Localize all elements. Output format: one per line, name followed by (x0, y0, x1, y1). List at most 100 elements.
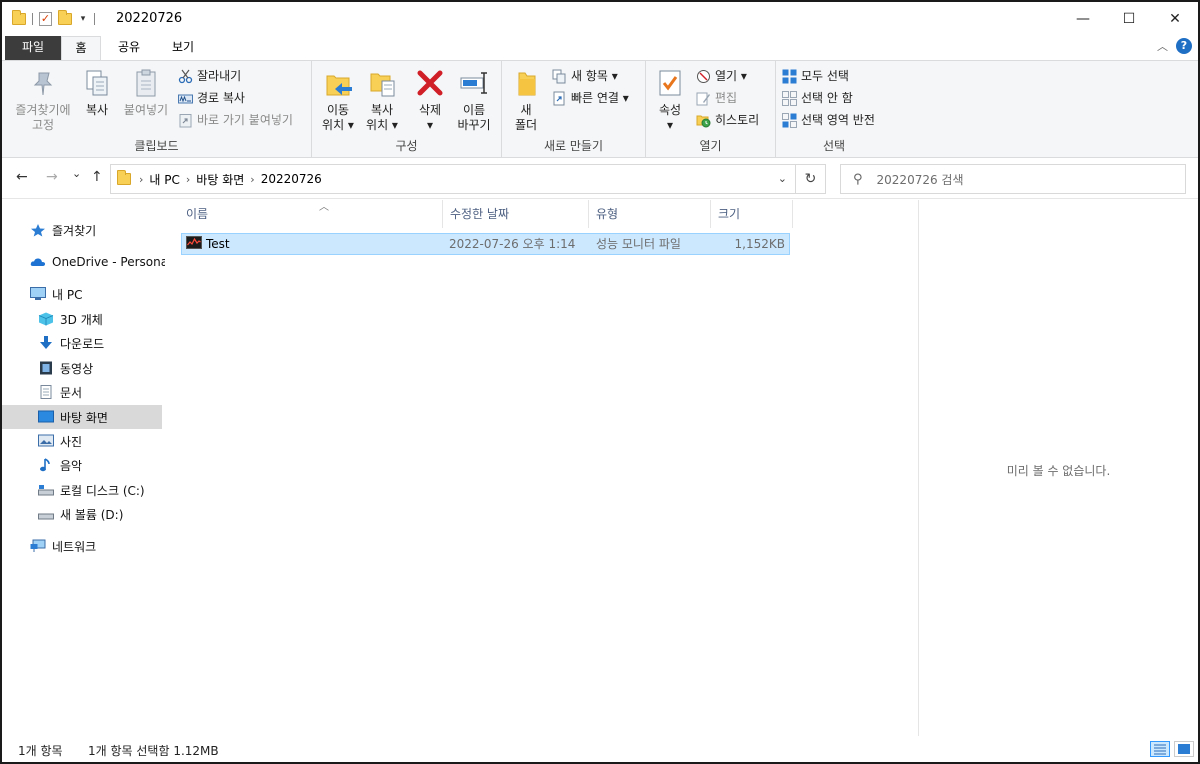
breadcrumb-desktop[interactable]: 바탕 화면 (196, 171, 244, 188)
column-header-name-label: 이름 (186, 207, 209, 221)
sidebar-item-this-pc[interactable]: 내 PC (2, 282, 162, 306)
sidebar-item-pictures[interactable]: 사진 (2, 429, 162, 453)
history-button[interactable]: 히스토리 (696, 110, 759, 130)
file-explorer-window: ✓ ▾ 20220726 — ☐ ✕ 파일 홈 공유 보기 ︿ ? 즐겨찾기에 … (0, 0, 1200, 764)
sidebar-item-label: 다운로드 (60, 336, 105, 351)
column-header-size[interactable]: 크기 (711, 200, 793, 228)
star-icon (30, 223, 46, 237)
sidebar-item-videos[interactable]: 동영상 (2, 356, 162, 380)
sidebar-item-quick-access[interactable]: 즐겨찾기 (2, 218, 162, 242)
navigation-bar: ← → ⌄ ↑ › 내 PC › 바탕 화면 › 20220726 ⌄ ↻ ⚲ … (2, 159, 1198, 199)
sidebar-item-desktop[interactable]: 바탕 화면 (2, 405, 162, 429)
breadcrumb-this-pc[interactable]: 내 PC (149, 171, 179, 188)
table-row[interactable]: Test 2022-07-26 오후 1:14 성능 모니터 파일 1,152K… (181, 233, 790, 255)
drive-icon (38, 483, 54, 497)
copy-to-button[interactable]: 복사 위치 ▾ (362, 67, 402, 133)
invert-selection-button[interactable]: 선택 영역 반전 (782, 110, 875, 130)
network-icon (30, 539, 46, 553)
tab-view[interactable]: 보기 (160, 36, 206, 60)
open-button[interactable]: 열기 ▾ (696, 66, 747, 86)
up-arrow-icon[interactable]: ↑ (91, 169, 103, 185)
copy-to-icon (366, 67, 398, 99)
column-header-type[interactable]: 유형 (589, 200, 711, 228)
large-icons-view-button[interactable] (1174, 741, 1194, 757)
new-item-button[interactable]: 새 항목 ▾ (552, 66, 618, 86)
sidebar-item-music[interactable]: 음악 (2, 453, 162, 477)
customize-qat-icon[interactable]: ▾ (78, 14, 88, 24)
sidebar-item-network[interactable]: 네트워크 (2, 534, 162, 558)
details-view-button[interactable] (1150, 741, 1170, 757)
new-folder-label-2: 폴더 (514, 118, 538, 132)
address-dropdown-chevron-icon[interactable]: ⌄ (778, 172, 787, 185)
sidebar-item-local-disk-c[interactable]: 로컬 디스크 (C:) (2, 478, 162, 502)
status-bar: 1개 항목 1개 항목 선택함 1.12MB (2, 736, 1198, 762)
select-group: 모두 선택 선택 안 함 선택 영역 반전 선택 (776, 61, 892, 157)
cube-icon (38, 312, 54, 326)
properties-button[interactable]: 속성 ▾ (652, 67, 688, 133)
pin-to-quick-access-button[interactable]: 즐겨찾기에 고정 (10, 67, 76, 133)
select-all-button[interactable]: 모두 선택 (782, 66, 849, 86)
select-none-label: 선택 안 함 (801, 91, 853, 105)
address-bar[interactable]: › 내 PC › 바탕 화면 › 20220726 ⌄ (110, 164, 796, 194)
paste-icon (130, 67, 162, 99)
chevron-right-icon[interactable]: › (186, 173, 190, 186)
select-none-button[interactable]: 선택 안 함 (782, 88, 853, 108)
sidebar-item-onedrive[interactable]: OneDrive - Personal (2, 250, 171, 274)
file-name: Test (206, 237, 230, 251)
chevron-right-icon[interactable]: › (250, 173, 254, 186)
edit-button[interactable]: 편집 (696, 88, 737, 108)
column-header-name[interactable]: 이름 ︿ (179, 200, 443, 228)
computer-icon (30, 287, 46, 301)
delete-button[interactable]: 삭제 ▾ (412, 67, 448, 133)
sidebar-item-volume-d[interactable]: 새 볼륨 (D:) (2, 502, 162, 526)
easy-access-button[interactable]: 빠른 연결 ▾ (552, 88, 629, 108)
back-arrow-icon[interactable]: ← (16, 169, 28, 185)
maximize-button[interactable]: ☐ (1106, 2, 1152, 36)
document-icon (38, 385, 54, 399)
pin-icon (27, 67, 59, 99)
collapse-ribbon-icon[interactable]: ︿ (1157, 38, 1168, 54)
sidebar-item-label: 네트워크 (52, 539, 97, 554)
cut-button[interactable]: 잘라내기 (178, 66, 241, 86)
sidebar-item-label: 바탕 화면 (60, 410, 108, 425)
refresh-button[interactable]: ↻ (796, 164, 826, 194)
move-to-button[interactable]: 이동 위치 ▾ (318, 67, 358, 133)
search-input[interactable]: ⚲ 20220726 검색 (840, 164, 1186, 194)
new-folder-button[interactable]: 새 폴더 (508, 67, 544, 133)
recent-locations-chevron-icon[interactable]: ⌄ (72, 167, 81, 180)
copy-button[interactable]: 복사 (80, 67, 114, 118)
sidebar-item-3d-objects[interactable]: 3D 개체 (2, 307, 162, 331)
forward-arrow-icon[interactable]: → (46, 169, 58, 185)
tab-home[interactable]: 홈 (61, 36, 101, 61)
status-item-count: 1개 항목 (18, 744, 63, 758)
minimize-button[interactable]: — (1060, 2, 1106, 36)
properties-check-icon[interactable]: ✓ (39, 12, 52, 26)
quick-access-toolbar: ✓ ▾ (12, 10, 101, 28)
status-selection: 1개 항목 선택함 1.12MB (88, 744, 219, 758)
new-folder-icon[interactable] (58, 10, 72, 25)
sidebar-item-label: OneDrive - Personal (52, 255, 172, 269)
paste-shortcut-button[interactable]: 바로 가기 붙여넣기 (178, 110, 293, 130)
move-to-label-1: 이동 (326, 103, 350, 117)
folder-icon (12, 10, 26, 25)
rename-button[interactable]: 이름 바꾸기 (452, 67, 496, 133)
help-icon[interactable]: ? (1176, 38, 1192, 54)
copy-to-label-2: 위치 ▾ (366, 118, 398, 132)
sidebar-item-documents[interactable]: 문서 (2, 380, 162, 404)
preview-message: 미리 볼 수 없습니다. (1006, 464, 1111, 478)
chevron-right-icon[interactable]: › (139, 173, 143, 186)
paste-button[interactable]: 붙여넣기 (120, 67, 172, 118)
copy-path-button[interactable]: 경로 복사 (178, 88, 245, 108)
breadcrumb-current-folder[interactable]: 20220726 (261, 172, 322, 186)
history-label: 히스토리 (715, 113, 760, 127)
navigation-pane: 즐겨찾기 OneDrive - Personal 내 PC 3D 개체 다운로드… (2, 200, 171, 736)
sidebar-item-label: 동영상 (60, 361, 94, 376)
move-to-label-2: 위치 ▾ (322, 118, 354, 132)
drive-icon (38, 507, 54, 521)
close-button[interactable]: ✕ (1152, 2, 1198, 36)
sidebar-item-downloads[interactable]: 다운로드 (2, 331, 162, 355)
open-icon (696, 69, 711, 84)
column-header-modified[interactable]: 수정한 날짜 (443, 200, 589, 228)
tab-file[interactable]: 파일 (5, 36, 61, 60)
tab-share[interactable]: 공유 (106, 36, 152, 60)
